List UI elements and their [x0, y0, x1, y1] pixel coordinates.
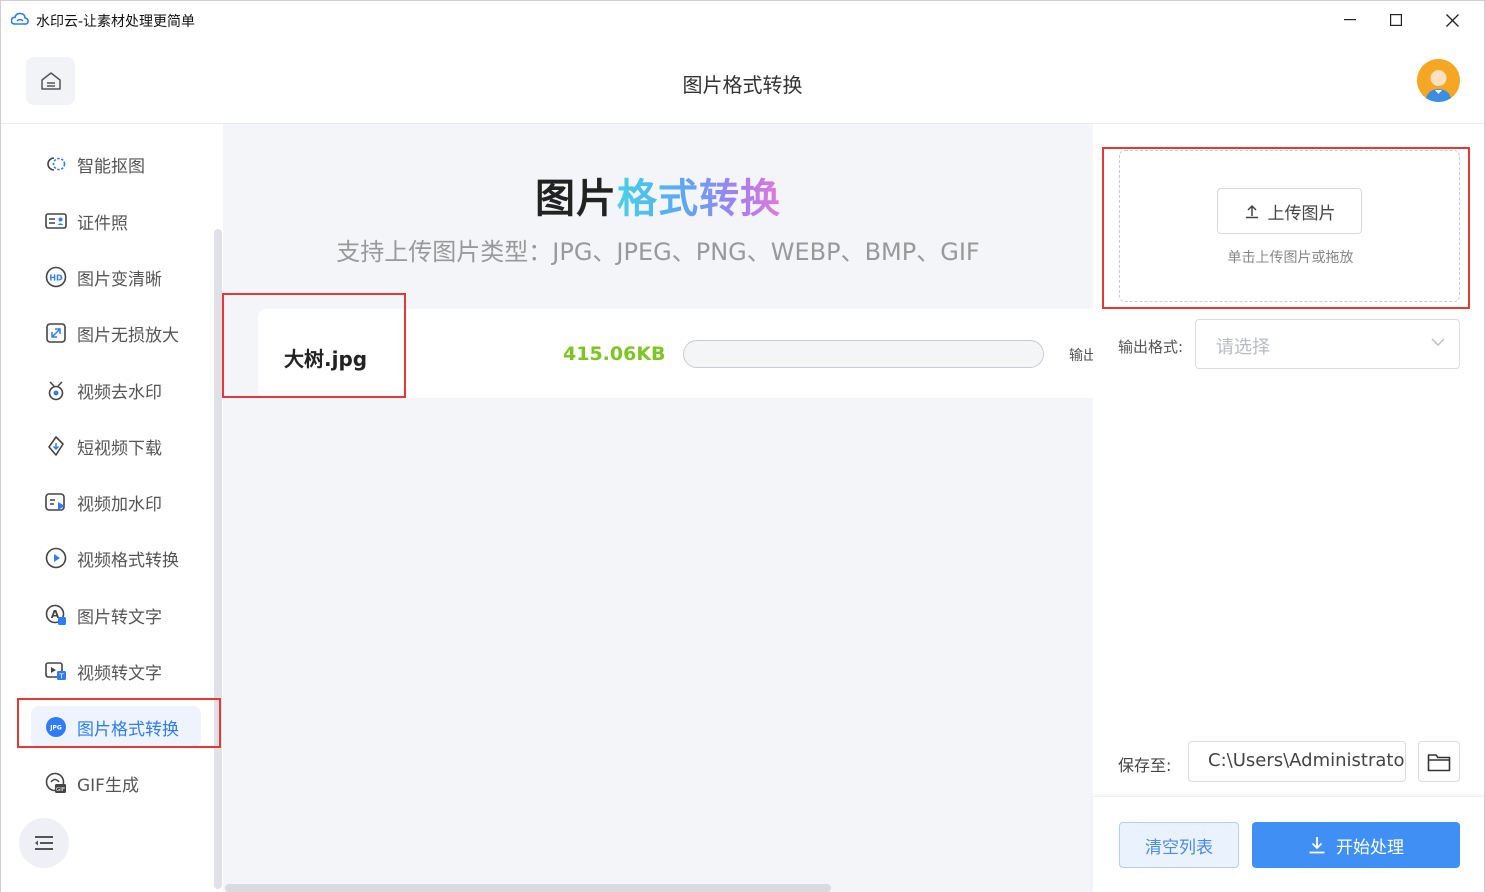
- save-path-value: C:\Users\Administrator: [1208, 750, 1406, 771]
- sidebar: 智能抠图 证件照 HD 图片变清晰 图片无损放大 视频去水印 短视频下载 视频加…: [1, 124, 223, 892]
- enlarge-icon: [44, 321, 68, 345]
- hd-icon: HD: [44, 265, 68, 289]
- maximize-button[interactable]: [1373, 1, 1419, 39]
- cutout-icon: [44, 152, 68, 176]
- file-size: 415.06KB: [563, 343, 666, 365]
- highlight-sidebar-item: [17, 698, 221, 748]
- sidebar-item-gif[interactable]: GIF GIF生成: [31, 762, 201, 804]
- highlight-file-name: [222, 293, 406, 398]
- save-path-input[interactable]: C:\Users\Administrator: [1188, 741, 1406, 782]
- start-processing-label: 开始处理: [1336, 837, 1404, 858]
- user-avatar[interactable]: [1417, 59, 1460, 102]
- svg-text:T: T: [58, 673, 64, 681]
- browse-folder-button[interactable]: [1418, 741, 1460, 782]
- close-button[interactable]: [1429, 1, 1475, 39]
- id-photo-icon: [44, 209, 68, 233]
- output-format-placeholder: 请选择: [1216, 337, 1270, 358]
- svg-text:GIF: GIF: [56, 787, 65, 793]
- sidebar-item-label: 图片变清晰: [77, 269, 162, 290]
- hero-title-colored: 格式转换: [617, 176, 781, 222]
- save-to-label: 保存至:: [1118, 756, 1172, 775]
- image-to-text-icon: A: [44, 603, 68, 627]
- video-remove-watermark-icon: [44, 378, 68, 402]
- start-processing-button[interactable]: 开始处理: [1252, 822, 1460, 868]
- sidebar-item-id-photo[interactable]: 证件照: [31, 200, 201, 242]
- sidebar-item-label: 短视频下载: [77, 438, 162, 459]
- sidebar-scrollbar[interactable]: [214, 229, 222, 889]
- chevron-down-icon: [1431, 338, 1445, 346]
- sidebar-item-label: 图片转文字: [77, 607, 162, 628]
- sidebar-item-label: 视频格式转换: [77, 550, 179, 571]
- video-to-text-icon: T: [44, 659, 68, 683]
- minimize-icon: [1344, 19, 1356, 21]
- sidebar-item-cutout[interactable]: 智能抠图: [31, 143, 201, 185]
- avatar-icon: [1417, 59, 1460, 102]
- sidebar-item-video-to-text[interactable]: T 视频转文字: [31, 650, 201, 692]
- minimize-button[interactable]: [1327, 1, 1373, 39]
- highlight-upload-area: [1102, 147, 1470, 309]
- gif-icon: GIF: [44, 771, 68, 795]
- action-bar: 清空列表 开始处理: [1093, 796, 1484, 892]
- app-header: 图片格式转换: [1, 39, 1484, 124]
- clear-list-button[interactable]: 清空列表: [1119, 822, 1239, 868]
- sidebar-item-label: 视频转文字: [77, 663, 162, 684]
- sidebar-item-label: 证件照: [77, 213, 128, 234]
- folder-icon: [1427, 753, 1451, 771]
- sidebar-item-label: 视频去水印: [77, 382, 162, 403]
- video-format-icon: [44, 546, 68, 570]
- sidebar-item-video-format[interactable]: 视频格式转换: [31, 537, 201, 579]
- maximize-icon: [1390, 14, 1402, 26]
- video-add-watermark-icon: [44, 490, 68, 514]
- sidebar-item-video-remove-watermark[interactable]: 视频去水印: [31, 369, 201, 411]
- sidebar-collapse-button[interactable]: [19, 818, 69, 868]
- sidebar-item-video-add-watermark[interactable]: 视频加水印: [31, 481, 201, 523]
- file-progress-bar: [683, 340, 1044, 368]
- sidebar-item-hd[interactable]: HD 图片变清晰: [31, 256, 201, 298]
- title-bar: 水印云-让素材处理更简单: [1, 1, 1484, 39]
- output-format-label: 输出格式:: [1118, 338, 1184, 356]
- app-window: 水印云-让素材处理更简单 图片格式转换 智能抠图 证件照 HD 图片变清晰 图片…: [0, 0, 1485, 892]
- hero-title-dark: 图片: [535, 176, 617, 222]
- hero-title: 图片格式转换: [223, 166, 1093, 224]
- file-output-label: 输出: [1069, 348, 1093, 364]
- page-title: 图片格式转换: [682, 73, 803, 97]
- main-content: 图片格式转换 支持上传图片类型：JPG、JPEG、PNG、WEBP、BMP、GI…: [223, 124, 1093, 892]
- svg-text:HD: HD: [49, 274, 63, 283]
- sidebar-item-label: 视频加水印: [77, 494, 162, 515]
- output-format-select[interactable]: 请选择: [1195, 319, 1460, 369]
- close-icon: [1445, 13, 1459, 27]
- sidebar-item-short-video-download[interactable]: 短视频下载: [31, 425, 201, 467]
- window-title: 水印云-让素材处理更简单: [36, 14, 196, 30]
- app-logo-icon: [11, 12, 29, 25]
- sidebar-item-label: 图片无损放大: [77, 325, 179, 346]
- sidebar-item-enlarge[interactable]: 图片无损放大: [31, 312, 201, 354]
- sidebar-item-label: GIF生成: [77, 775, 139, 796]
- collapse-menu-icon: [35, 836, 53, 850]
- sidebar-item-label: 智能抠图: [77, 156, 145, 177]
- sidebar-item-image-to-text[interactable]: A 图片转文字: [31, 594, 201, 636]
- download-icon: [1309, 837, 1325, 854]
- short-video-download-icon: [44, 434, 68, 458]
- supported-types-text: 支持上传图片类型：JPG、JPEG、PNG、WEBP、BMP、GIF: [336, 238, 980, 266]
- horizontal-scrollbar[interactable]: [225, 884, 831, 892]
- clear-list-label: 清空列表: [1145, 837, 1213, 858]
